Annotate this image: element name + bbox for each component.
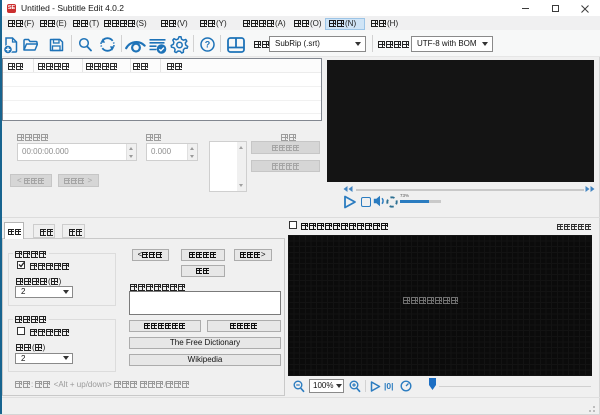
svg-text:?: ?	[205, 40, 211, 50]
